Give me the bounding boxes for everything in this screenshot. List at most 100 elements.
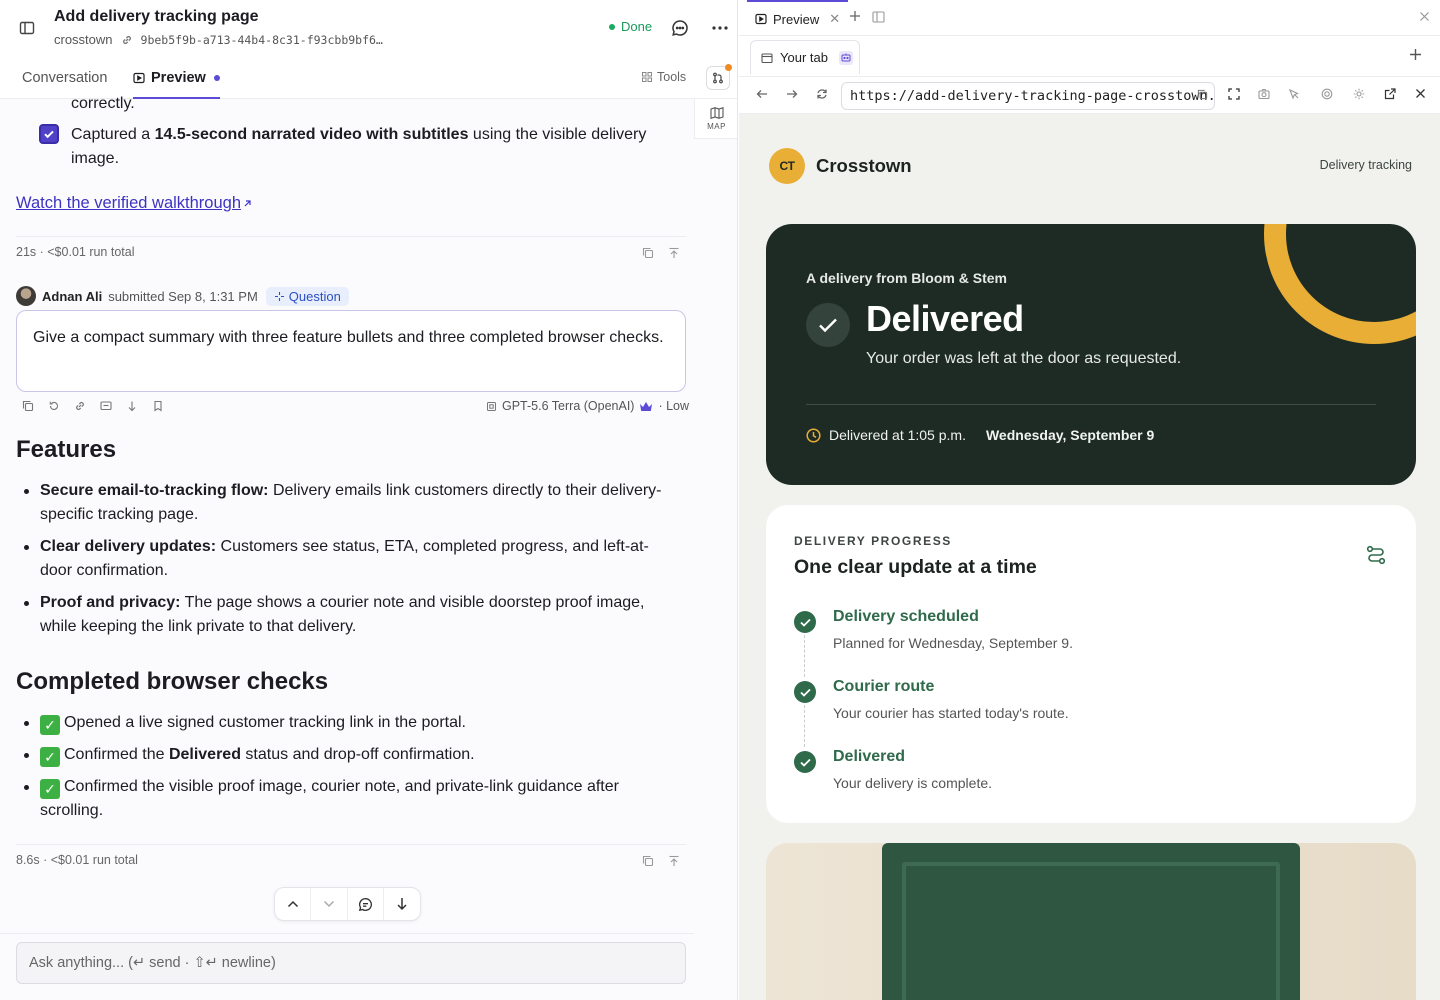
step-check-icon — [794, 681, 816, 703]
avatar — [16, 286, 36, 306]
message-author-line: Adnan Ali submitted Sep 8, 1:31 PM Quest… — [16, 286, 349, 306]
address-bar[interactable]: https://add-delivery-tracking-page-cross… — [841, 82, 1215, 110]
run-actions — [642, 247, 680, 259]
timeline-connector — [804, 705, 805, 747]
message-icon[interactable] — [100, 400, 112, 412]
forward-icon[interactable] — [786, 88, 798, 100]
features-heading: Features — [16, 436, 117, 463]
bookmark-icon[interactable] — [152, 400, 164, 412]
check-item: ✓ Opened a live signed customer tracking … — [16, 711, 676, 735]
feature-title: Proof and privacy: — [40, 594, 181, 611]
delivered-time: Delivered at 1:05 p.m. — [829, 427, 966, 443]
checklist-item-text: Captured a 14.5-second narrated video wi… — [71, 123, 681, 171]
brand-logo[interactable]: CT — [769, 148, 805, 184]
status-label: Done — [621, 19, 653, 34]
checks-heading: Completed browser checks — [16, 668, 329, 695]
model-info[interactable]: GPT-5.6 Terra (OpenAI) · Low — [486, 399, 689, 413]
divider — [806, 404, 1376, 405]
browser-tab-icon — [761, 52, 773, 64]
screenshot-icon[interactable] — [1258, 88, 1270, 100]
user-prompt: Give a compact summary with three featur… — [16, 310, 686, 392]
brand-name[interactable]: Crosstown — [816, 155, 912, 177]
scroll-to-top-icon[interactable] — [668, 247, 680, 259]
step-check-icon — [794, 751, 816, 773]
record-icon[interactable] — [1321, 88, 1333, 100]
author-name: Adnan Ali — [42, 288, 103, 304]
close-icon[interactable]: ✕ — [829, 11, 840, 27]
decorative-ring — [1264, 224, 1416, 344]
checklist-prefix: Captured a — [71, 126, 155, 143]
question-badge-label: Question — [288, 288, 341, 304]
proof-image — [766, 843, 1416, 1000]
notification-dot — [725, 64, 732, 71]
features-list: Secure email-to-tracking flow: Delivery … — [16, 479, 676, 647]
preview-pane: Preview ✕ Your tab https://add-delivery-… — [739, 0, 1440, 1000]
more-options-icon[interactable] — [710, 18, 730, 38]
checkbox-checked[interactable] — [39, 124, 59, 144]
scroll-to-top-icon[interactable] — [668, 855, 680, 867]
feature-title: Clear delivery updates: — [40, 538, 217, 555]
agent-icon — [838, 50, 853, 65]
git-pull-request-icon[interactable] — [706, 64, 732, 90]
check-text-pre: Opened a live signed customer tracking l… — [64, 714, 466, 731]
checklist-bold: 14.5-second narrated video with subtitle… — [154, 126, 469, 143]
walkthrough-link[interactable]: Watch the verified walkthrough — [16, 194, 252, 213]
link-icon[interactable] — [74, 400, 86, 412]
run-meta: 21s · <$0.01 run total — [16, 245, 135, 259]
check-text-bold: Delivered — [168, 746, 241, 763]
close-panel-icon[interactable] — [1419, 11, 1430, 22]
chevron-down-icon[interactable] — [311, 888, 348, 920]
tab-preview-label: Preview — [151, 70, 206, 86]
open-external-icon[interactable] — [1384, 88, 1396, 100]
browser-tab[interactable]: Your tab — [750, 40, 860, 74]
reload-icon[interactable] — [816, 88, 828, 100]
copy-icon[interactable] — [642, 247, 654, 259]
divider — [16, 844, 686, 845]
check-text-pre: Confirmed the — [64, 746, 169, 763]
preview-panel-tab[interactable]: Preview ✕ — [747, 0, 849, 36]
close-browser-icon[interactable] — [1415, 88, 1426, 99]
unread-dot — [213, 75, 220, 81]
delivery-tracking-link[interactable]: Delivery tracking — [1320, 158, 1412, 172]
tab-tools[interactable]: Tools — [642, 70, 686, 84]
map-button[interactable]: MAP — [694, 99, 737, 139]
check-mark-icon: ✓ — [40, 779, 60, 799]
status-badge: Done — [609, 19, 652, 34]
arrow-down-icon[interactable] — [126, 400, 138, 412]
fullscreen-icon[interactable] — [1228, 88, 1240, 100]
browser-toolbar: https://add-delivery-tracking-page-cross… — [739, 76, 1440, 114]
retry-icon[interactable] — [48, 400, 60, 412]
comment-icon[interactable] — [348, 888, 384, 920]
tab-preview[interactable]: Preview — [133, 58, 220, 99]
arrow-down-icon[interactable] — [384, 888, 420, 920]
settings-icon[interactable] — [1353, 88, 1365, 100]
tab-conversation-label: Conversation — [22, 70, 108, 86]
copy-icon[interactable] — [22, 400, 34, 412]
pointer-icon[interactable] — [1288, 88, 1300, 100]
comment-icon[interactable] — [670, 18, 690, 38]
step-description: Your courier has started today's route. — [833, 705, 1069, 721]
add-icon[interactable] — [849, 10, 861, 22]
delivered-time-row: Delivered at 1:05 p.m. Wednesday, Septem… — [806, 427, 1154, 443]
chevron-up-icon[interactable] — [275, 888, 312, 920]
repo-name[interactable]: crosstown — [54, 32, 113, 47]
feature-title: Secure email-to-tracking flow: — [40, 482, 269, 499]
cpu-icon — [486, 401, 497, 412]
step-title: Delivery scheduled — [833, 608, 979, 625]
copy-icon[interactable] — [642, 855, 654, 867]
delivery-sender: A delivery from Bloom & Stem — [806, 270, 1007, 286]
split-view-icon[interactable] — [872, 11, 885, 23]
check-text-post: status and drop-off confirmation. — [240, 746, 475, 763]
browser-tab-strip: Your tab — [739, 36, 1440, 76]
chat-input[interactable]: Ask anything... (↵ send · ⇧↵ newline) — [16, 942, 686, 984]
copy-url-icon[interactable] — [1197, 89, 1208, 100]
task-header: Add delivery tracking page crosstown 9be… — [0, 0, 737, 58]
walkthrough-link-label: Watch the verified walkthrough — [16, 194, 241, 212]
step-title: Delivered — [833, 748, 906, 765]
back-icon[interactable] — [756, 88, 768, 100]
feature-item: Proof and privacy: The page shows a cour… — [16, 591, 676, 639]
grid-icon — [642, 72, 652, 82]
new-tab-icon[interactable] — [1409, 48, 1422, 61]
task-hash[interactable]: 9beb5f9b-a713-44b4-8c31-f93cbb9bf6… — [141, 33, 383, 47]
sidebar-toggle-icon[interactable] — [18, 19, 36, 37]
